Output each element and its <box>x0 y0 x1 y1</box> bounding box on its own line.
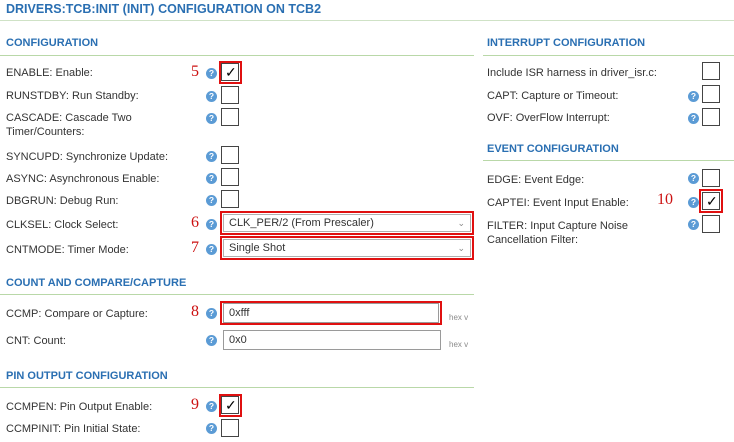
page-title: DRIVERS:TCB:INIT (INIT) CONFIGURATION ON… <box>6 2 322 16</box>
cntmode-label: CNTMODE: Timer Mode: <box>6 244 129 256</box>
annotation-number-9: 9 <box>191 396 199 413</box>
annotation-number-8: 8 <box>191 303 199 320</box>
ovf-label: OVF: OverFlow Interrupt: <box>487 112 610 124</box>
section-count-compare: COUNT AND COMPARE/CAPTURE <box>6 277 187 289</box>
enable-label: ENABLE: Enable: <box>6 67 93 79</box>
help-icon[interactable]: ? <box>206 113 217 124</box>
annotation-number-10: 10 <box>657 191 673 208</box>
ccmp-label: CCMP: Compare or Capture: <box>6 308 148 320</box>
chevron-down-icon: ⌄ <box>457 243 465 253</box>
ccmp-unit-label: hex v <box>449 313 469 322</box>
capt-label: CAPT: Capture or Timeout: <box>487 90 619 102</box>
cntmode-select[interactable]: Single Shot ⌄ <box>223 239 471 257</box>
help-icon[interactable]: ? <box>688 113 699 124</box>
section-pin-output: PIN OUTPUT CONFIGURATION <box>6 370 168 382</box>
help-icon[interactable]: ? <box>206 335 217 346</box>
clksel-value: CLK_PER/2 (From Prescaler) <box>229 217 374 229</box>
ccmp-input[interactable]: 0xfff <box>223 303 439 323</box>
section-divider <box>0 387 474 388</box>
help-icon[interactable]: ? <box>206 151 217 162</box>
captei-label: CAPTEI: Event Input Enable: <box>487 197 629 209</box>
ccmpinit-label: CCMPINIT: Pin Initial State: <box>6 423 141 435</box>
checkmark-icon: ✓ <box>706 193 718 209</box>
help-icon[interactable]: ? <box>688 91 699 102</box>
dbgrun-checkbox[interactable] <box>221 190 239 208</box>
annotation-number-7: 7 <box>191 239 199 256</box>
section-divider <box>483 160 734 161</box>
section-interrupt: INTERRUPT CONFIGURATION <box>487 37 646 49</box>
checkmark-icon: ✓ <box>225 397 237 413</box>
cntmode-value: Single Shot <box>229 242 286 254</box>
help-icon[interactable]: ? <box>206 244 217 255</box>
runstdby-label: RUNSTDBY: Run Standby: <box>6 90 139 102</box>
syncupd-label: SYNCUPD: Synchronize Update: <box>6 151 169 163</box>
edge-checkbox[interactable] <box>702 169 720 187</box>
syncupd-checkbox[interactable] <box>221 146 239 164</box>
isr-harness-checkbox[interactable] <box>702 62 720 80</box>
ccmpen-checkbox[interactable]: ✓ <box>221 396 239 414</box>
annotation-number-5: 5 <box>191 63 199 80</box>
section-divider <box>0 55 474 56</box>
help-icon[interactable]: ? <box>688 219 699 230</box>
cascade-label: CASCADE: Cascade Two Timer/Counters: <box>6 112 132 138</box>
edge-label: EDGE: Event Edge: <box>487 174 585 186</box>
section-configuration: CONFIGURATION <box>6 37 99 49</box>
help-icon[interactable]: ? <box>206 195 217 206</box>
section-divider <box>0 294 474 295</box>
isr-harness-label: Include ISR harness in driver_isr.c: <box>487 67 657 79</box>
capt-checkbox[interactable] <box>702 85 720 103</box>
async-label: ASYNC: Asynchronous Enable: <box>6 173 160 185</box>
captei-checkbox[interactable]: ✓ <box>702 192 720 210</box>
help-icon[interactable]: ? <box>206 219 217 230</box>
annotation-number-6: 6 <box>191 214 199 231</box>
help-icon[interactable]: ? <box>688 197 699 208</box>
cnt-unit-label: hex v <box>449 340 469 349</box>
help-icon[interactable]: ? <box>206 91 217 102</box>
help-icon[interactable]: ? <box>688 173 699 184</box>
help-icon[interactable]: ? <box>206 401 217 412</box>
section-event: EVENT CONFIGURATION <box>487 143 619 155</box>
cascade-checkbox[interactable] <box>221 108 239 126</box>
ovf-checkbox[interactable] <box>702 108 720 126</box>
section-divider <box>483 55 734 56</box>
chevron-down-icon: ⌄ <box>457 218 465 228</box>
title-divider <box>0 20 734 21</box>
enable-checkbox[interactable]: ✓ <box>221 63 239 81</box>
checkmark-icon: ✓ <box>225 64 237 80</box>
filter-checkbox[interactable] <box>702 215 720 233</box>
cnt-input[interactable]: 0x0 <box>223 330 441 350</box>
help-icon[interactable]: ? <box>206 423 217 434</box>
cnt-label: CNT: Count: <box>6 335 66 347</box>
ccmpen-label: CCMPEN: Pin Output Enable: <box>6 401 153 413</box>
runstdby-checkbox[interactable] <box>221 86 239 104</box>
help-icon[interactable]: ? <box>206 68 217 79</box>
dbgrun-label: DBGRUN: Debug Run: <box>6 195 119 207</box>
help-icon[interactable]: ? <box>206 308 217 319</box>
help-icon[interactable]: ? <box>206 173 217 184</box>
async-checkbox[interactable] <box>221 168 239 186</box>
clksel-label: CLKSEL: Clock Select: <box>6 219 119 231</box>
clksel-select[interactable]: CLK_PER/2 (From Prescaler) ⌄ <box>223 214 471 232</box>
filter-label: FILTER: Input Capture Noise Cancellation… <box>487 220 629 246</box>
ccmpinit-checkbox[interactable] <box>221 419 239 437</box>
